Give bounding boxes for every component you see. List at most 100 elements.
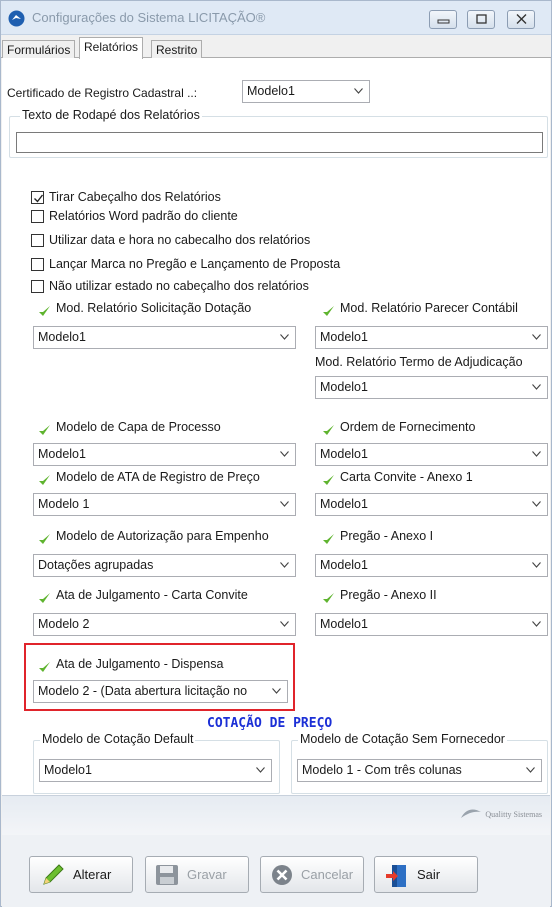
chevron-down-icon [280, 562, 289, 568]
window-title: Configurações do Sistema LICITAÇÃO® [32, 10, 266, 25]
ata-dispensa-label: Ata de Julgamento - Dispensa [56, 657, 224, 671]
capa-processo-select[interactable]: Modelo1 [33, 443, 296, 466]
select-value: Modelo 1 [38, 497, 90, 511]
checkbox-box[interactable] [31, 280, 44, 293]
check-icon [323, 306, 334, 316]
termo-adjudicacao-select[interactable]: Modelo1 [315, 376, 548, 399]
select-value: Modelo1 [44, 763, 92, 777]
check-icon [39, 662, 50, 672]
tab-restrito[interactable]: Restrito [151, 40, 203, 58]
certificado-select[interactable]: Modelo1 [242, 80, 370, 103]
checkbox-label: Lançar Marca no Pregão e Lançamento de P… [49, 257, 341, 271]
rodape-text-input[interactable] [16, 132, 543, 153]
chevron-down-icon [532, 562, 541, 568]
chevron-down-icon [532, 621, 541, 627]
close-button[interactable] [507, 10, 535, 29]
parecer-contabil-select[interactable]: Modelo1 [315, 326, 548, 349]
select-value: Modelo 1 - Com três colunas [302, 763, 462, 777]
check-icon [39, 534, 50, 544]
sair-label: Sair [417, 867, 441, 882]
pregao-anexo1-select[interactable]: Modelo1 [315, 554, 548, 577]
company-logo-text: Qualitty Sistemas [485, 810, 542, 819]
select-value: Modelo1 [320, 447, 368, 461]
sair-button[interactable]: Sair [374, 856, 478, 893]
carta-convite-anexo1-select[interactable]: Modelo1 [315, 493, 548, 516]
termo-adjudicacao-label: Mod. Relatório Termo de Adjudicação [315, 355, 523, 369]
check-icon [323, 475, 334, 485]
gravar-button[interactable]: Gravar [145, 856, 249, 893]
chevron-down-icon [532, 334, 541, 340]
settings-window: Configurações do Sistema LICITAÇÃO® Form… [0, 0, 552, 907]
check-icon [323, 593, 334, 603]
autorizacao-empenho-label: Modelo de Autorização para Empenho [56, 529, 269, 543]
select-value: Modelo1 [38, 447, 86, 461]
title-bar: Configurações do Sistema LICITAÇÃO® [1, 1, 551, 35]
checkbox-label: Não utilizar estado no cabeçalho dos rel… [49, 279, 309, 293]
minimize-icon [437, 19, 450, 24]
pregao-anexo1-label: Pregão - Anexo I [340, 529, 434, 543]
chevron-down-icon [280, 501, 289, 507]
parecer-contabil-label: Mod. Relatório Parecer Contábil [340, 301, 518, 315]
minimize-button[interactable] [429, 10, 457, 29]
chevron-down-icon [280, 334, 289, 340]
checkbox-label: Relatórios Word padrão do cliente [49, 209, 238, 223]
ata-registro-preco-select[interactable]: Modelo 1 [33, 493, 296, 516]
chevron-down-icon [354, 88, 363, 94]
checkbox-box[interactable] [31, 191, 44, 204]
chevron-down-icon [280, 451, 289, 457]
select-value: Modelo1 [320, 497, 368, 511]
check-icon [39, 475, 50, 485]
company-logo-icon [461, 809, 481, 818]
button-bar: Alterar Gravar Cancelar Sair [2, 835, 550, 907]
save-disk-icon [156, 865, 178, 885]
ordem-fornecimento-label: Ordem de Fornecimento [340, 420, 476, 434]
cotacao-default-label: Modelo de Cotação Default [40, 732, 196, 746]
maximize-button[interactable] [467, 10, 495, 29]
pencil-icon [43, 864, 64, 885]
cotacao-sem-fornecedor-label: Modelo de Cotação Sem Fornecedor [298, 732, 507, 746]
select-value: Modelo1 [320, 558, 368, 572]
checkbox-label: Tirar Cabeçalho dos Relatórios [49, 190, 221, 204]
cotacao-sem-fornecedor-select[interactable]: Modelo 1 - Com três colunas [297, 759, 542, 782]
tab-strip: Formulários Relatórios Restrito [1, 37, 551, 59]
cancelar-label: Cancelar [301, 867, 354, 882]
pregao-anexo2-select[interactable]: Modelo1 [315, 613, 548, 636]
ata-carta-convite-select[interactable]: Modelo 2 [33, 613, 296, 636]
checkmark-icon [34, 194, 44, 203]
chevron-down-icon [272, 688, 281, 694]
chevron-down-icon [526, 767, 535, 773]
ata-dispensa-select[interactable]: Modelo 2 - (Data abertura licitação no [33, 680, 288, 703]
checkbox-box[interactable] [31, 258, 44, 271]
branding-band: Qualitty Sistemas [2, 795, 550, 835]
chevron-down-icon [280, 621, 289, 627]
check-icon [39, 425, 50, 435]
cotacao-default-select[interactable]: Modelo1 [39, 759, 272, 782]
certificado-label: Certificado de Registro Cadastral ..: [7, 86, 198, 100]
close-icon [516, 14, 527, 24]
check-icon [323, 425, 334, 435]
checkbox-box[interactable] [31, 210, 44, 223]
ordem-fornecimento-select[interactable]: Modelo1 [315, 443, 548, 466]
alterar-label: Alterar [73, 867, 112, 882]
cotacao-section-title: COTAÇÃO DE PREÇO [207, 716, 333, 731]
chevron-down-icon [532, 501, 541, 507]
select-value: Dotações agrupadas [38, 558, 154, 572]
checkbox-label: Utilizar data e hora no cabecalho dos re… [49, 233, 311, 247]
gravar-label: Gravar [187, 867, 227, 882]
checkbox-box[interactable] [31, 234, 44, 247]
alterar-button[interactable]: Alterar [29, 856, 133, 893]
cancelar-button[interactable]: Cancelar [260, 856, 364, 893]
relatorios-panel: Certificado de Registro Cadastral ..: Mo… [2, 58, 550, 795]
select-value: Modelo1 [320, 380, 368, 394]
pregao-anexo2-label: Pregão - Anexo II [340, 588, 437, 602]
select-value: Modelo 2 - (Data abertura licitação no [38, 684, 248, 698]
exit-door-icon [386, 865, 406, 887]
select-value: Modelo1 [38, 330, 86, 344]
autorizacao-empenho-select[interactable]: Dotações agrupadas [33, 554, 296, 577]
ata-carta-convite-label: Ata de Julgamento - Carta Convite [56, 588, 248, 602]
select-value: Modelo 2 [38, 617, 90, 631]
solicitacao-dotacao-select[interactable]: Modelo1 [33, 326, 296, 349]
certificado-value: Modelo1 [247, 84, 295, 98]
tab-formularios[interactable]: Formulários [2, 40, 76, 58]
tab-relatorios[interactable]: Relatórios [79, 37, 144, 59]
